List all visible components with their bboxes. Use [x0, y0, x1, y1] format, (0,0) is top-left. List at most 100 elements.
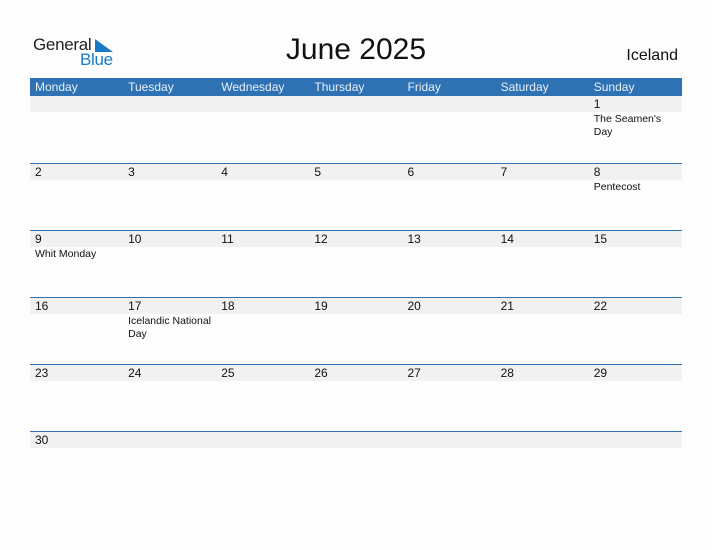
- day-cell: 6: [403, 164, 496, 194]
- holiday-label: [314, 448, 402, 449]
- day-cell: [496, 432, 589, 449]
- day-number: [314, 432, 402, 448]
- day-number: 12: [314, 232, 328, 246]
- week-cells: 16 17 Icelandic National Day 18 19 20 21 22: [30, 298, 682, 341]
- day-cell: 21: [496, 298, 589, 341]
- holiday-label: [128, 247, 216, 248]
- day-number: 16: [35, 299, 49, 313]
- holiday-label: Pentecost: [593, 181, 641, 193]
- holiday-label: [314, 247, 402, 248]
- day-cell: 16: [30, 298, 123, 341]
- holiday-label: [501, 180, 589, 181]
- week-row: 9 Whit Monday 10 11 12 13 14 15: [30, 230, 682, 297]
- weekday-thursday: Thursday: [314, 80, 365, 94]
- weekday-monday: Monday: [35, 80, 78, 94]
- holiday-label: [501, 112, 589, 113]
- day-cell: 3: [123, 164, 216, 194]
- day-cell: 2: [30, 164, 123, 194]
- day-number: 1: [593, 97, 601, 111]
- holiday-label: [221, 314, 309, 315]
- holiday-label: [408, 381, 496, 382]
- day-number: 14: [500, 232, 514, 246]
- day-cell: 23: [30, 365, 123, 382]
- holiday-label: [221, 448, 309, 449]
- weekday-friday: Friday: [407, 80, 441, 94]
- day-number: 18: [221, 299, 235, 313]
- holiday-label: [408, 112, 496, 113]
- holiday-label: [408, 180, 496, 181]
- week-row: 23 24 25 26 27 28 29: [30, 364, 682, 431]
- holiday-label: [128, 448, 216, 449]
- day-number: 11: [221, 232, 234, 246]
- day-cell: [309, 432, 402, 449]
- day-number: [35, 96, 123, 112]
- day-number: 8: [593, 165, 601, 179]
- day-number: 19: [314, 299, 328, 313]
- day-cell: 5: [309, 164, 402, 194]
- day-cell: 8 Pentecost: [589, 164, 682, 194]
- day-cell: [403, 96, 496, 139]
- day-cell: [216, 96, 309, 139]
- day-number: 21: [500, 299, 514, 313]
- day-number: 30: [35, 433, 49, 447]
- day-cell: 27: [403, 365, 496, 382]
- day-cell: 29: [589, 365, 682, 382]
- weekday-saturday: Saturday: [500, 80, 549, 94]
- day-cell: 13: [403, 231, 496, 261]
- day-cell: [30, 96, 123, 139]
- day-number: 28: [500, 366, 514, 380]
- day-number: 15: [593, 232, 608, 246]
- day-number: [221, 432, 309, 448]
- day-number: [594, 432, 682, 448]
- day-cell: 12: [309, 231, 402, 261]
- day-cell: 25: [216, 365, 309, 382]
- weekday-tuesday: Tuesday: [128, 80, 174, 94]
- weekday-header: Monday Tuesday Wednesday Thursday Friday…: [30, 78, 682, 96]
- day-cell: [216, 432, 309, 449]
- holiday-label: [594, 247, 682, 248]
- day-number: [408, 432, 496, 448]
- day-cell: 9 Whit Monday: [30, 231, 123, 261]
- day-number: 7: [500, 165, 508, 179]
- day-number: [408, 96, 496, 112]
- week-cells: 2 3 4 5 6 7 8 Pentecost: [30, 164, 682, 194]
- day-number: 6: [407, 165, 415, 179]
- day-number: [221, 96, 309, 112]
- holiday-label: [35, 381, 123, 382]
- day-number: 25: [221, 366, 235, 380]
- day-cell: [496, 96, 589, 139]
- day-cell: 19: [309, 298, 402, 341]
- day-number: 27: [407, 366, 421, 380]
- day-cell: 11: [216, 231, 309, 261]
- holiday-label: [128, 180, 216, 181]
- day-cell: 4: [216, 164, 309, 194]
- day-cell: 1 The Seamen's Day: [589, 96, 682, 139]
- holiday-label: [35, 180, 123, 181]
- week-cells: 23 24 25 26 27 28 29: [30, 365, 682, 382]
- week-row: 1 The Seamen's Day: [30, 96, 682, 163]
- day-number: 26: [314, 366, 328, 380]
- day-number: 5: [314, 165, 322, 179]
- holiday-label: [35, 314, 123, 315]
- week-row: 30: [30, 431, 682, 498]
- holiday-label: [35, 112, 123, 113]
- calendar-grid: Monday Tuesday Wednesday Thursday Friday…: [30, 78, 682, 498]
- holiday-label: [314, 180, 402, 181]
- day-cell: 20: [403, 298, 496, 341]
- holiday-label: [221, 247, 309, 248]
- holiday-label: [408, 448, 496, 449]
- holiday-label: [594, 314, 682, 315]
- day-number: 24: [128, 366, 142, 380]
- weekday-wednesday: Wednesday: [221, 80, 285, 94]
- day-number: 29: [593, 366, 608, 380]
- weeks-container: 1 The Seamen's Day 2 3 4 5 6 7 8 Pentecost 9 Whit M…: [30, 96, 682, 498]
- holiday-label: [501, 448, 589, 449]
- holiday-label: [221, 381, 309, 382]
- day-cell: 26: [309, 365, 402, 382]
- day-number: 9: [35, 232, 42, 246]
- holiday-label: [221, 180, 309, 181]
- holiday-label: [501, 314, 589, 315]
- day-cell: 28: [496, 365, 589, 382]
- holiday-label: [501, 381, 589, 382]
- holiday-label: [314, 381, 402, 382]
